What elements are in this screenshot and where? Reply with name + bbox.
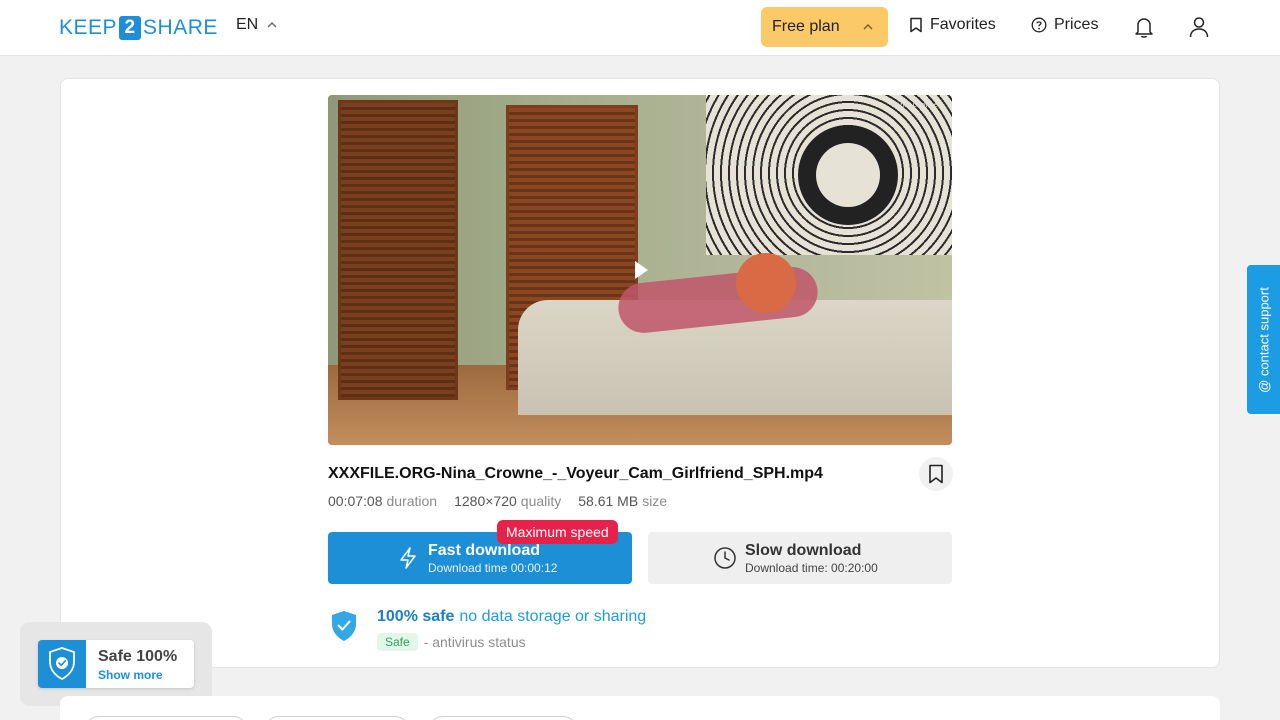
video-preview[interactable]: Nina Crowne xyxy=(328,95,952,445)
safe-widget-title: Safe 100% xyxy=(98,648,178,665)
bookmark-icon xyxy=(910,17,922,33)
top-header: KEEP 2 SHARE EN Free plan Favorites Prices xyxy=(0,0,1280,56)
favorites-link[interactable]: Favorites xyxy=(909,16,996,34)
shield-check-icon xyxy=(49,647,75,681)
logo-keep: KEEP xyxy=(59,16,118,39)
safety-headline: 100% safe no data storage or sharing xyxy=(377,608,647,625)
language-selector[interactable]: EN xyxy=(236,16,277,34)
help-circle-icon xyxy=(1031,17,1047,33)
fast-download-time: Download time 00:00:12 xyxy=(428,561,558,575)
lower-card xyxy=(60,696,1220,720)
meta-quality: 1280×720 quality xyxy=(454,493,562,509)
video-frame-door xyxy=(338,100,458,400)
chevron-up-icon xyxy=(267,22,277,28)
favorites-label: Favorites xyxy=(930,16,996,33)
video-watermark: Nina Crowne xyxy=(891,101,938,109)
bookmark-icon xyxy=(929,464,943,484)
antivirus-status: Safe - antivirus status xyxy=(377,633,526,651)
show-more-link[interactable]: Show more xyxy=(98,668,163,682)
slow-download-button[interactable]: Slow download Download time: 00:20:00 xyxy=(648,532,952,584)
chevron-up-icon xyxy=(863,24,873,30)
video-frame-head xyxy=(736,253,796,313)
language-label: EN xyxy=(236,16,259,33)
safe-widget: Safe 100% Show more xyxy=(20,622,212,706)
prices-label: Prices xyxy=(1054,16,1099,33)
lower-tab[interactable] xyxy=(84,716,248,720)
clock-icon xyxy=(714,547,736,569)
logo-two: 2 xyxy=(119,16,142,40)
lower-tab[interactable] xyxy=(428,716,578,720)
prices-link[interactable]: Prices xyxy=(1031,16,1098,34)
fast-download-title: Fast download xyxy=(428,542,540,559)
safe-widget-card[interactable]: Safe 100% Show more xyxy=(38,640,194,688)
lightning-icon xyxy=(400,547,416,569)
slow-download-time: Download time: 00:20:00 xyxy=(745,561,878,575)
bell-icon[interactable] xyxy=(1133,15,1155,39)
play-icon[interactable] xyxy=(633,260,649,280)
add-to-favorites-button[interactable] xyxy=(919,457,953,491)
maximum-speed-badge: Maximum speed xyxy=(497,520,618,544)
video-frame-tapestry xyxy=(706,95,952,255)
contact-support-label: @ contact support xyxy=(1256,286,1271,393)
meta-duration: 00:07:08 duration xyxy=(328,493,438,509)
lower-tab[interactable] xyxy=(264,716,410,720)
meta-size: 58.61 MB size xyxy=(578,493,668,509)
user-icon[interactable] xyxy=(1188,15,1210,39)
safe-widget-badge xyxy=(38,640,86,688)
shield-check-icon xyxy=(332,611,356,641)
contact-support-tab[interactable]: @ contact support xyxy=(1247,265,1280,414)
safe-pill: Safe xyxy=(377,633,418,651)
slow-download-title: Slow download xyxy=(745,542,862,559)
logo-share: SHARE xyxy=(143,16,218,39)
free-plan-button[interactable]: Free plan xyxy=(761,7,888,47)
file-name: XXXFILE.ORG-Nina_Crowne_-_Voyeur_Cam_Gir… xyxy=(328,465,823,482)
keep2share-logo[interactable]: KEEP 2 SHARE xyxy=(59,15,218,41)
free-plan-label: Free plan xyxy=(772,18,840,35)
file-meta: 00:07:08 duration 1280×720 quality 58.61 M… xyxy=(328,493,684,509)
